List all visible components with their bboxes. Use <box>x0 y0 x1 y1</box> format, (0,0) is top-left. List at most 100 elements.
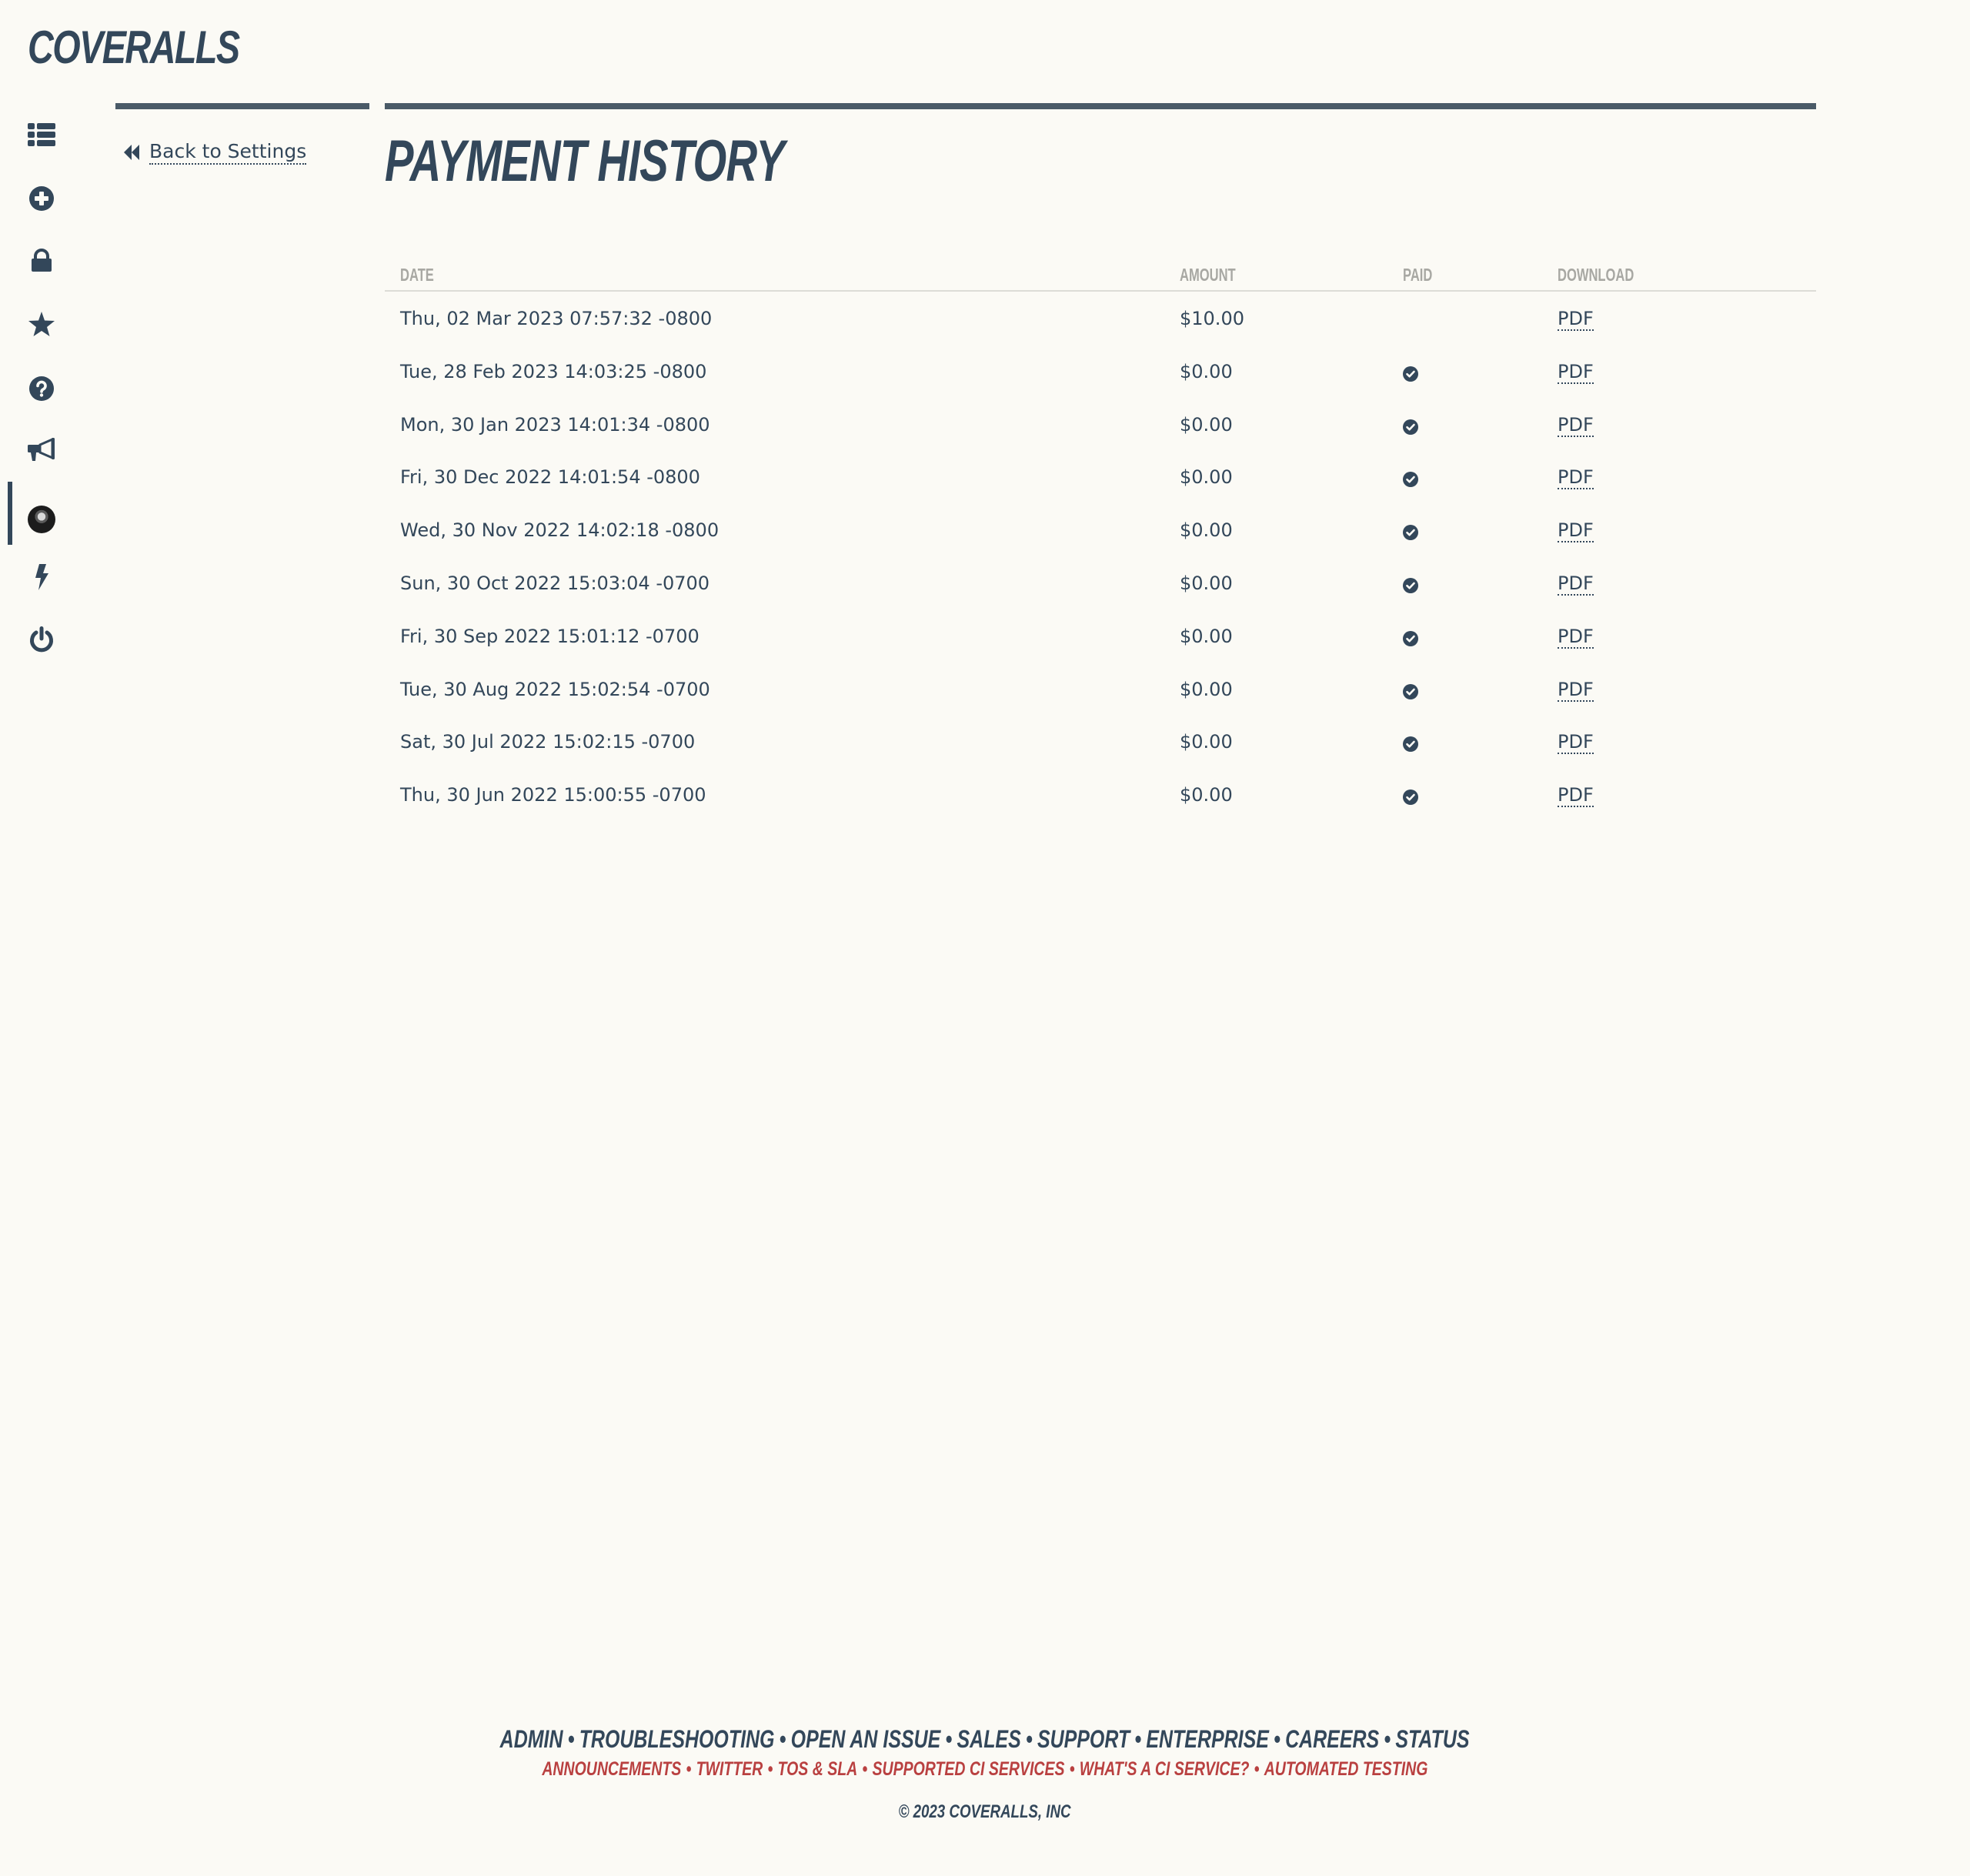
back-to-settings-label: Back to Settings <box>149 140 307 165</box>
payment-amount: $0.00 <box>1180 678 1233 700</box>
footer-separator: • <box>1069 1758 1075 1780</box>
power-icon <box>30 626 53 653</box>
download-pdf-link[interactable]: PDF <box>1558 466 1594 490</box>
list-icon <box>28 123 55 146</box>
download-pdf-link[interactable]: PDF <box>1558 519 1594 543</box>
table-row: Fri, 30 Sep 2022 15:01:12 -0700 $0.00 PD… <box>385 609 1816 663</box>
payment-date: Thu, 30 Jun 2022 15:00:55 -0700 <box>400 784 706 806</box>
footer-link-tos-sla[interactable]: TOS & SLA <box>778 1758 858 1780</box>
footer-link-open-an-issue[interactable]: OPEN AN ISSUE <box>791 1725 941 1753</box>
payment-date: Wed, 30 Nov 2022 14:02:18 -0800 <box>400 519 720 542</box>
footer-separator: • <box>1274 1725 1281 1753</box>
bolt-icon <box>35 564 48 590</box>
payment-date: Fri, 30 Dec 2022 14:01:54 -0800 <box>400 466 700 489</box>
table-row: Thu, 30 Jun 2022 15:00:55 -0700 $0.00 PD… <box>385 768 1816 821</box>
footer-link-announcements[interactable]: ANNOUNCEMENTS <box>542 1758 681 1780</box>
check-circle-icon <box>1403 472 1418 488</box>
footer-link-status[interactable]: STATUS <box>1396 1725 1470 1753</box>
paid-status <box>1403 417 1418 440</box>
download-cell: PDF <box>1558 572 1594 596</box>
download-cell: PDF <box>1558 625 1594 649</box>
paid-status <box>1403 469 1418 492</box>
check-circle-icon <box>1403 577 1418 593</box>
paid-status <box>1403 682 1418 705</box>
download-cell: PDF <box>1558 307 1594 331</box>
page-title: PAYMENT HISTORY <box>385 129 785 194</box>
paid-status <box>1403 629 1418 652</box>
table-row: Sat, 30 Jul 2022 15:02:15 -0700 $0.00 PD… <box>385 715 1816 768</box>
check-circle-icon <box>1403 683 1418 699</box>
sidebar-item-api[interactable] <box>26 562 57 593</box>
paid-status <box>1403 522 1418 546</box>
column-header-paid: PAID <box>1403 265 1433 285</box>
footer-separator: • <box>945 1725 953 1753</box>
payment-amount: $0.00 <box>1180 731 1233 753</box>
sidebar-item-sign-out[interactable] <box>26 624 57 655</box>
footer-link-enterprise[interactable]: ENTERPRISE <box>1147 1725 1269 1753</box>
payment-amount: $0.00 <box>1180 466 1233 489</box>
payment-amount: $10.00 <box>1180 308 1244 329</box>
footer-link-what-s-a-ci-service[interactable]: WHAT'S A CI SERVICE? <box>1080 1758 1250 1780</box>
footer-separator: • <box>780 1725 786 1753</box>
payment-date: Tue, 28 Feb 2023 14:03:25 -0800 <box>400 360 707 382</box>
table-row: Mon, 30 Jan 2023 14:01:34 -0800 $0.00 PD… <box>385 398 1816 451</box>
sidebar-item-add-repo[interactable] <box>26 183 57 214</box>
download-pdf-link[interactable]: PDF <box>1558 731 1594 755</box>
footer-link-careers[interactable]: CAREERS <box>1286 1725 1380 1753</box>
table-row: Thu, 02 Mar 2023 07:57:32 -0800 $10.00 P… <box>385 292 1816 345</box>
payment-amount: $0.00 <box>1180 625 1233 647</box>
download-cell: PDF <box>1558 783 1594 808</box>
footer-secondary-links: ANNOUNCEMENTS • TWITTER • TOS & SLA • SUPPORTE… <box>542 1756 1427 1782</box>
payment-amount: $0.00 <box>1180 572 1233 594</box>
check-circle-icon <box>1403 789 1418 806</box>
copyright: © 2023 COVERALLS, INC <box>899 1801 1071 1822</box>
payment-date: Sat, 30 Jul 2022 15:02:15 -0700 <box>400 731 696 753</box>
sidebar-item-repos[interactable] <box>26 119 57 150</box>
paid-status <box>1403 576 1418 599</box>
back-to-settings-link[interactable]: Back to Settings <box>123 140 307 165</box>
paid-status <box>1403 787 1418 810</box>
download-pdf-link[interactable]: PDF <box>1558 572 1594 596</box>
sidebar-item-announcements[interactable] <box>26 436 57 466</box>
download-cell: PDF <box>1558 466 1594 490</box>
download-pdf-link[interactable]: PDF <box>1558 678 1594 702</box>
section-divider-left <box>115 103 369 109</box>
footer-link-supported-ci-services[interactable]: SUPPORTED CI SERVICES <box>873 1758 1065 1780</box>
download-pdf-link[interactable]: PDF <box>1558 784 1594 808</box>
sidebar-item-pro[interactable] <box>26 309 57 339</box>
table-row: Tue, 30 Aug 2022 15:02:54 -0700 $0.00 PD… <box>385 663 1816 716</box>
payment-date: Mon, 30 Jan 2023 14:01:34 -0800 <box>400 413 710 436</box>
download-pdf-link[interactable]: PDF <box>1558 308 1594 331</box>
footer-link-support[interactable]: SUPPORT <box>1037 1725 1130 1753</box>
payment-date: Sun, 30 Oct 2022 15:03:04 -0700 <box>400 572 710 594</box>
footer-separator: • <box>1134 1725 1142 1753</box>
column-header-amount: AMOUNT <box>1180 265 1236 285</box>
footer-link-admin[interactable]: ADMIN <box>500 1725 563 1753</box>
check-circle-icon <box>1403 736 1418 753</box>
column-header-download: DOWNLOAD <box>1558 265 1634 285</box>
sidebar-item-private[interactable] <box>26 245 57 275</box>
check-circle-icon <box>1403 419 1418 435</box>
check-circle-icon <box>1403 630 1418 646</box>
payment-date: Tue, 30 Aug 2022 15:02:54 -0700 <box>400 678 710 700</box>
download-pdf-link[interactable]: PDF <box>1558 413 1594 437</box>
lock-icon <box>32 249 52 272</box>
footer-link-troubleshooting[interactable]: TROUBLESHOOTING <box>579 1725 775 1753</box>
download-pdf-link[interactable]: PDF <box>1558 625 1594 649</box>
payment-history-table: DATE AMOUNT PAID DOWNLOAD Thu, 02 Mar 20… <box>385 254 1816 821</box>
footer-link-twitter[interactable]: TWITTER <box>696 1758 763 1780</box>
footer-separator: • <box>1026 1725 1033 1753</box>
backward-icon <box>124 145 139 160</box>
column-header-date: DATE <box>400 265 434 285</box>
footer-link-automated-testing[interactable]: AUTOMATED TESTING <box>1264 1758 1428 1780</box>
sidebar-item-account[interactable] <box>26 504 57 535</box>
footer-separator: • <box>1254 1758 1260 1780</box>
section-divider-main <box>385 103 1816 109</box>
download-pdf-link[interactable]: PDF <box>1558 360 1594 384</box>
paid-status <box>1403 734 1418 757</box>
download-cell: PDF <box>1558 730 1594 755</box>
sidebar-item-help[interactable] <box>26 373 57 404</box>
footer-link-sales[interactable]: SALES <box>957 1725 1021 1753</box>
download-cell: PDF <box>1558 413 1594 437</box>
download-cell: PDF <box>1558 519 1594 543</box>
